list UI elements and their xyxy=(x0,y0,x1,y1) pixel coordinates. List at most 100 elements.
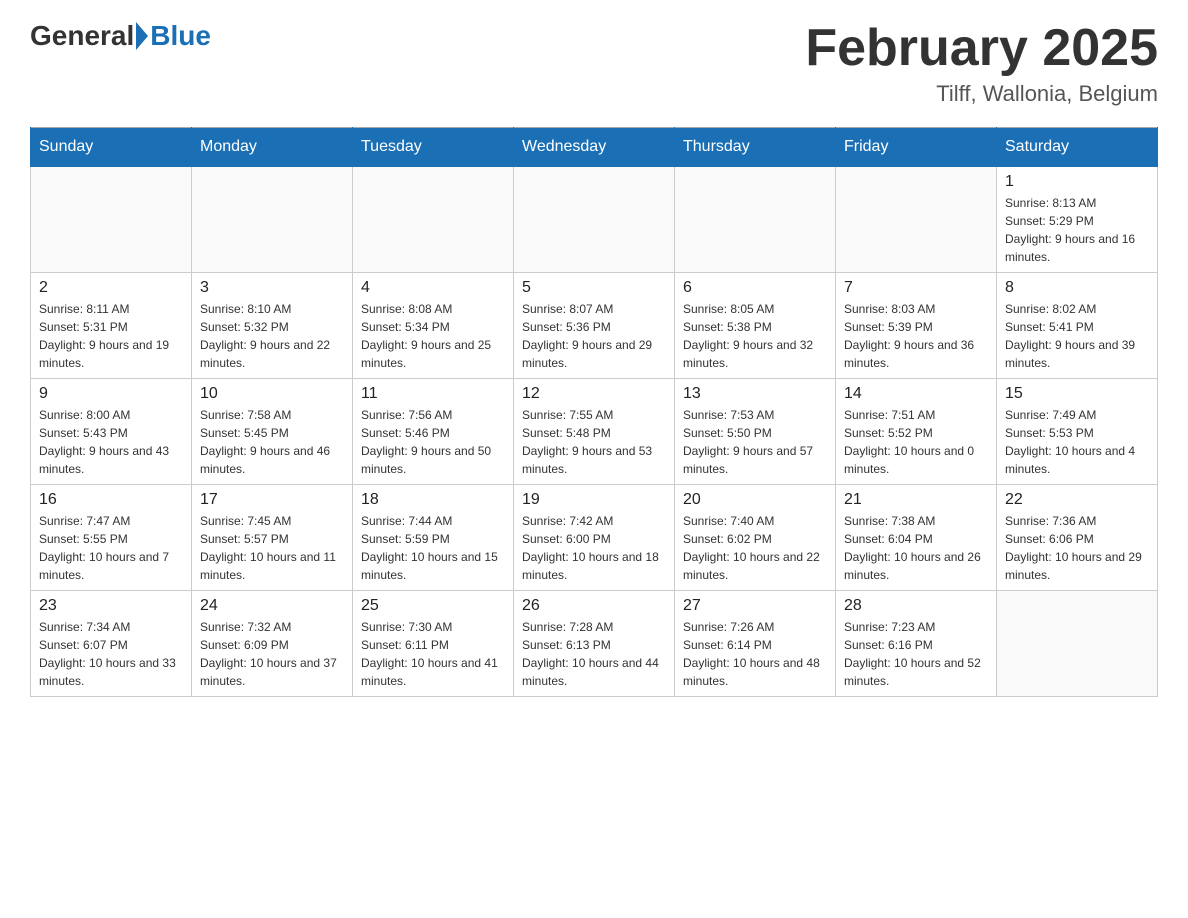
day-info: Sunrise: 7:44 AMSunset: 5:59 PMDaylight:… xyxy=(361,512,505,584)
day-info: Sunrise: 7:53 AMSunset: 5:50 PMDaylight:… xyxy=(683,406,827,478)
day-cell: 1 Sunrise: 8:13 AMSunset: 5:29 PMDaylight… xyxy=(997,167,1158,273)
day-cell: 11 Sunrise: 7:56 AMSunset: 5:46 PMDayligh… xyxy=(353,379,514,485)
day-number: 23 xyxy=(39,597,183,615)
day-cell: 19 Sunrise: 7:42 AMSunset: 6:00 PMDayligh… xyxy=(514,485,675,591)
day-cell: 4 Sunrise: 8:08 AMSunset: 5:34 PMDaylight… xyxy=(353,273,514,379)
day-info: Sunrise: 8:08 AMSunset: 5:34 PMDaylight:… xyxy=(361,300,505,372)
day-number: 9 xyxy=(39,385,183,403)
day-info: Sunrise: 7:56 AMSunset: 5:46 PMDaylight:… xyxy=(361,406,505,478)
day-info: Sunrise: 8:07 AMSunset: 5:36 PMDaylight:… xyxy=(522,300,666,372)
day-info: Sunrise: 8:05 AMSunset: 5:38 PMDaylight:… xyxy=(683,300,827,372)
day-cell: 15Sunrise: 7:49 AMSunset: 5:53 PMDayligh… xyxy=(997,379,1158,485)
day-info: Sunrise: 7:40 AMSunset: 6:02 PMDaylight:… xyxy=(683,512,827,584)
day-number: 6 xyxy=(683,279,827,297)
day-cell: 16Sunrise: 7:47 AMSunset: 5:55 PMDayligh… xyxy=(31,485,192,591)
day-cell xyxy=(997,591,1158,697)
day-info: Sunrise: 8:13 AMSunset: 5:29 PMDaylight:… xyxy=(1005,194,1149,266)
day-cell: 14 Sunrise: 7:51 AMSunset: 5:52 PMDayligh… xyxy=(836,379,997,485)
day-info: Sunrise: 7:30 AMSunset: 6:11 PMDaylight:… xyxy=(361,618,505,690)
day-number: 19 xyxy=(522,491,666,509)
day-number: 3 xyxy=(200,279,344,297)
day-info: Sunrise: 7:32 AMSunset: 6:09 PMDaylight:… xyxy=(200,618,344,690)
day-number: 1 xyxy=(1005,173,1149,191)
col-header-sunday: Sunday xyxy=(31,128,192,167)
day-number: 4 xyxy=(361,279,505,297)
location-text: Tilff, Wallonia, Belgium xyxy=(805,81,1158,107)
col-header-saturday: Saturday xyxy=(997,128,1158,167)
day-number: 15 xyxy=(1005,385,1149,403)
day-cell: 13 Sunrise: 7:53 AMSunset: 5:50 PMDayligh… xyxy=(675,379,836,485)
day-info: Sunrise: 7:36 AMSunset: 6:06 PMDaylight:… xyxy=(1005,512,1149,584)
day-cell xyxy=(353,167,514,273)
logo: General Blue xyxy=(30,20,211,52)
day-info: Sunrise: 7:34 AMSunset: 6:07 PMDaylight:… xyxy=(39,618,183,690)
day-info: Sunrise: 8:02 AMSunset: 5:41 PMDaylight:… xyxy=(1005,300,1149,372)
day-cell: 2Sunrise: 8:11 AMSunset: 5:31 PMDaylight… xyxy=(31,273,192,379)
days-header-row: SundayMondayTuesdayWednesdayThursdayFrid… xyxy=(31,128,1158,167)
day-cell: 3 Sunrise: 8:10 AMSunset: 5:32 PMDaylight… xyxy=(192,273,353,379)
day-cell: 28 Sunrise: 7:23 AMSunset: 6:16 PMDayligh… xyxy=(836,591,997,697)
day-number: 7 xyxy=(844,279,988,297)
day-info: Sunrise: 7:38 AMSunset: 6:04 PMDaylight:… xyxy=(844,512,988,584)
day-number: 12 xyxy=(522,385,666,403)
day-number: 20 xyxy=(683,491,827,509)
day-number: 28 xyxy=(844,597,988,615)
day-cell: 25 Sunrise: 7:30 AMSunset: 6:11 PMDayligh… xyxy=(353,591,514,697)
day-cell: 7 Sunrise: 8:03 AMSunset: 5:39 PMDaylight… xyxy=(836,273,997,379)
col-header-monday: Monday xyxy=(192,128,353,167)
col-header-thursday: Thursday xyxy=(675,128,836,167)
day-number: 24 xyxy=(200,597,344,615)
day-number: 16 xyxy=(39,491,183,509)
day-number: 8 xyxy=(1005,279,1149,297)
day-cell: 20 Sunrise: 7:40 AMSunset: 6:02 PMDayligh… xyxy=(675,485,836,591)
day-info: Sunrise: 8:03 AMSunset: 5:39 PMDaylight:… xyxy=(844,300,988,372)
day-number: 13 xyxy=(683,385,827,403)
day-info: Sunrise: 7:23 AMSunset: 6:16 PMDaylight:… xyxy=(844,618,988,690)
page-header: General Blue February 2025 Tilff, Wallon… xyxy=(30,20,1158,107)
day-info: Sunrise: 7:58 AMSunset: 5:45 PMDaylight:… xyxy=(200,406,344,478)
day-cell: 12 Sunrise: 7:55 AMSunset: 5:48 PMDayligh… xyxy=(514,379,675,485)
col-header-friday: Friday xyxy=(836,128,997,167)
day-cell: 10 Sunrise: 7:58 AMSunset: 5:45 PMDayligh… xyxy=(192,379,353,485)
col-header-wednesday: Wednesday xyxy=(514,128,675,167)
day-number: 26 xyxy=(522,597,666,615)
month-title: February 2025 xyxy=(805,20,1158,77)
day-cell: 21 Sunrise: 7:38 AMSunset: 6:04 PMDayligh… xyxy=(836,485,997,591)
week-row-5: 23 Sunrise: 7:34 AMSunset: 6:07 PMDayligh… xyxy=(31,591,1158,697)
day-number: 21 xyxy=(844,491,988,509)
day-cell: 17 Sunrise: 7:45 AMSunset: 5:57 PMDayligh… xyxy=(192,485,353,591)
day-cell: 22 Sunrise: 7:36 AMSunset: 6:06 PMDayligh… xyxy=(997,485,1158,591)
day-number: 5 xyxy=(522,279,666,297)
day-info: Sunrise: 7:45 AMSunset: 5:57 PMDaylight:… xyxy=(200,512,344,584)
calendar-table: SundayMondayTuesdayWednesdayThursdayFrid… xyxy=(30,127,1158,697)
day-info: Sunrise: 7:55 AMSunset: 5:48 PMDaylight:… xyxy=(522,406,666,478)
day-info: Sunrise: 8:10 AMSunset: 5:32 PMDaylight:… xyxy=(200,300,344,372)
day-cell: 8 Sunrise: 8:02 AMSunset: 5:41 PMDaylight… xyxy=(997,273,1158,379)
day-cell xyxy=(514,167,675,273)
day-number: 27 xyxy=(683,597,827,615)
day-number: 10 xyxy=(200,385,344,403)
day-info: Sunrise: 7:26 AMSunset: 6:14 PMDaylight:… xyxy=(683,618,827,690)
week-row-2: 2Sunrise: 8:11 AMSunset: 5:31 PMDaylight… xyxy=(31,273,1158,379)
day-cell xyxy=(192,167,353,273)
day-info: Sunrise: 7:42 AMSunset: 6:00 PMDaylight:… xyxy=(522,512,666,584)
day-info: Sunrise: 8:00 AMSunset: 5:43 PMDaylight:… xyxy=(39,406,183,478)
day-info: Sunrise: 7:51 AMSunset: 5:52 PMDaylight:… xyxy=(844,406,988,478)
day-number: 22 xyxy=(1005,491,1149,509)
day-cell: 26Sunrise: 7:28 AMSunset: 6:13 PMDayligh… xyxy=(514,591,675,697)
day-cell: 6 Sunrise: 8:05 AMSunset: 5:38 PMDaylight… xyxy=(675,273,836,379)
day-cell xyxy=(836,167,997,273)
week-row-1: 1 Sunrise: 8:13 AMSunset: 5:29 PMDaylight… xyxy=(31,167,1158,273)
day-number: 11 xyxy=(361,385,505,403)
day-number: 2 xyxy=(39,279,183,297)
day-cell: 9 Sunrise: 8:00 AMSunset: 5:43 PMDaylight… xyxy=(31,379,192,485)
day-number: 17 xyxy=(200,491,344,509)
day-number: 14 xyxy=(844,385,988,403)
day-cell: 24 Sunrise: 7:32 AMSunset: 6:09 PMDayligh… xyxy=(192,591,353,697)
day-cell xyxy=(675,167,836,273)
day-cell: 23 Sunrise: 7:34 AMSunset: 6:07 PMDayligh… xyxy=(31,591,192,697)
week-row-3: 9 Sunrise: 8:00 AMSunset: 5:43 PMDaylight… xyxy=(31,379,1158,485)
day-cell: 27 Sunrise: 7:26 AMSunset: 6:14 PMDayligh… xyxy=(675,591,836,697)
logo-blue-text: Blue xyxy=(150,20,211,52)
day-number: 25 xyxy=(361,597,505,615)
